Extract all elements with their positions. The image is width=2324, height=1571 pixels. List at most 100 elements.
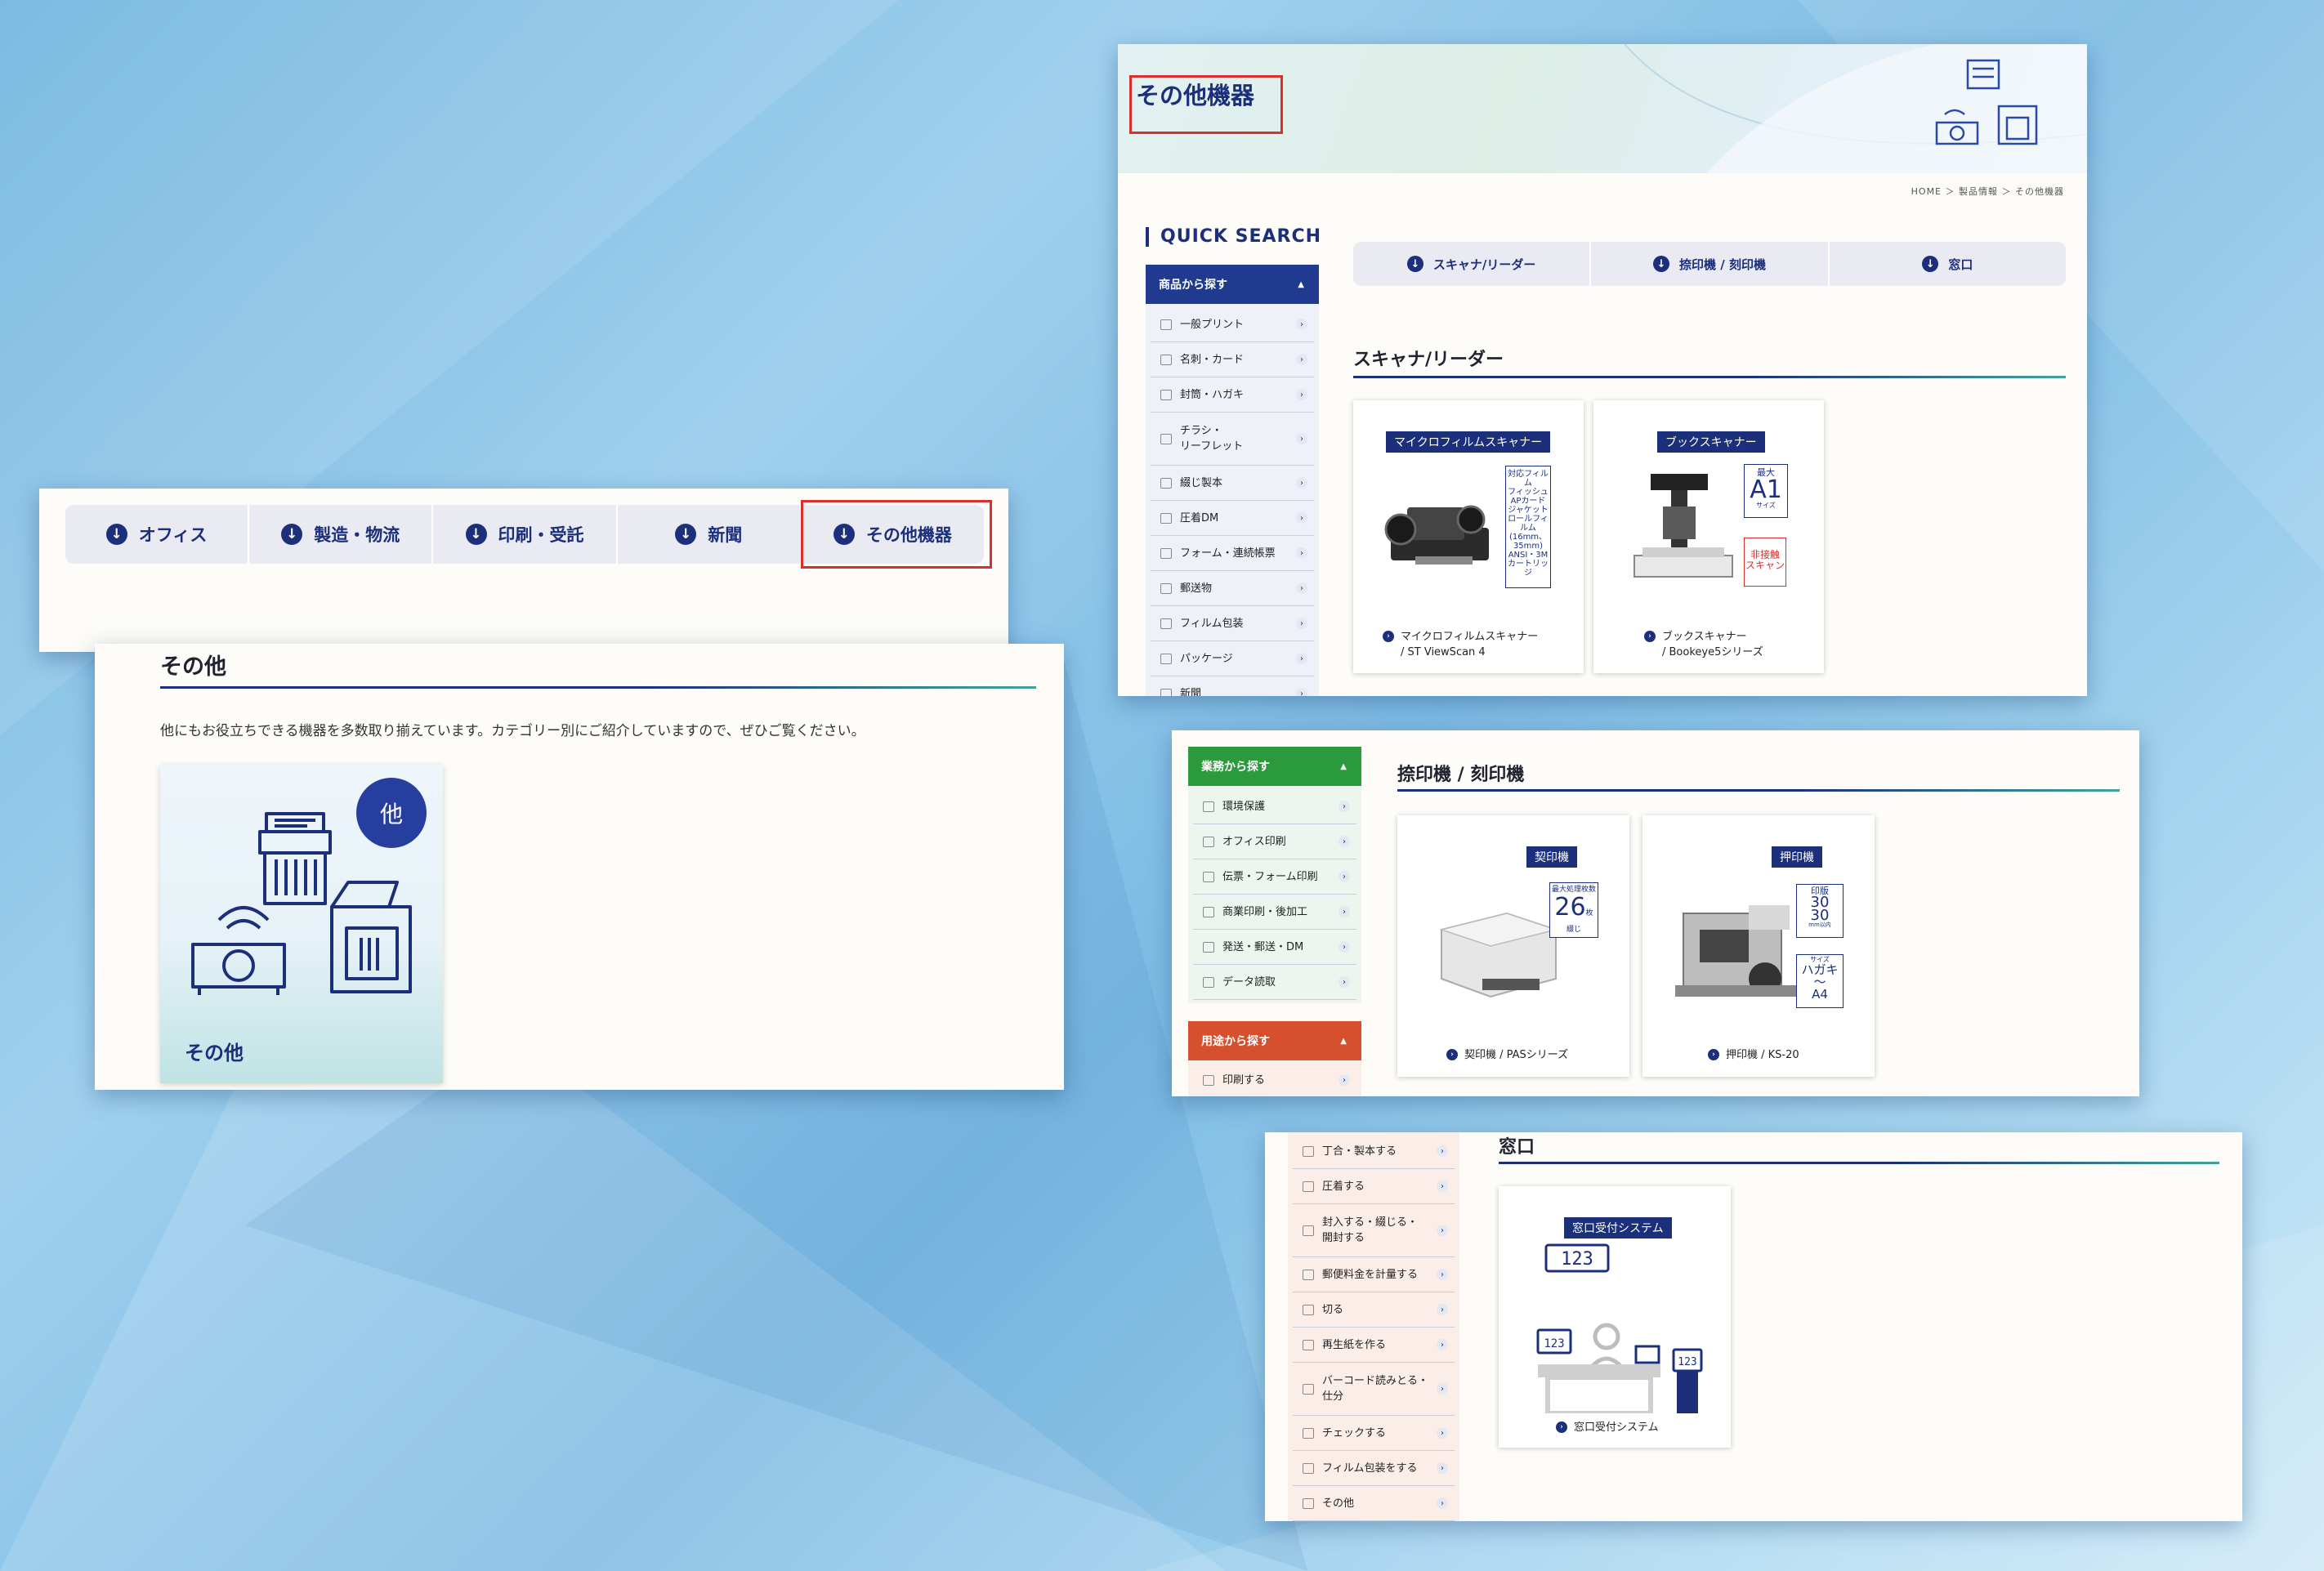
spec-box-size: 最大 A1 サイズ — [1744, 464, 1788, 518]
tab-manufacturing[interactable]: ↓ 製造・物流 — [249, 505, 434, 564]
sidebar-item[interactable]: 郵便料金を計量する › — [1293, 1257, 1455, 1292]
sidebar-item[interactable]: その他 › — [1293, 1486, 1455, 1521]
category-icon — [1303, 1180, 1314, 1192]
product-caption[interactable]: › 押印機 / KS-20 — [1708, 1047, 1799, 1063]
category-icon — [1303, 1462, 1314, 1474]
sidebar-item-label: 名刺・カード — [1180, 353, 1245, 366]
sidebar-heading[interactable]: 業務から探す ▲ — [1188, 747, 1361, 786]
tab-newspaper[interactable]: ↓ 新聞 — [618, 505, 802, 564]
sidebar-item-label: パッケージ — [1180, 652, 1233, 665]
product-caption[interactable]: › ブックスキャナー / Bookeye5シリーズ — [1644, 629, 1763, 660]
chevron-right-icon: › — [1437, 1383, 1448, 1395]
sidebar-item[interactable]: 丁合・製本する › — [1293, 1134, 1455, 1169]
product-caption[interactable]: › 契印機 / PASシリーズ — [1446, 1047, 1568, 1063]
breadcrumb[interactable]: HOME ＞ 製品情報 ＞ その他機器 — [1911, 185, 2064, 198]
cabinet-icon — [330, 881, 412, 993]
chevron-right-icon: › — [1339, 1074, 1350, 1086]
sidebar-item[interactable]: パッケージ › — [1151, 641, 1314, 676]
category-icon — [1160, 653, 1172, 664]
spec-box-paper-size: サイズ ハガキ 〜 A4 — [1796, 954, 1844, 1008]
chevron-right-icon: › — [1437, 1427, 1448, 1439]
chevron-right-icon: › — [1296, 547, 1307, 559]
category-icon — [1160, 688, 1172, 696]
category-icon — [1160, 618, 1172, 629]
sidebar-business: 業務から探す ▲ 環境保護 › オフィス印刷 › 伝票・フォーム印刷 › 商業印刷・後加工 › 発… — [1188, 747, 1361, 1003]
sidebar-heading[interactable]: 商品から探す ▲ — [1146, 265, 1319, 304]
category-icon — [1203, 906, 1214, 917]
sidebar-item-label: バーコード読みとる・ 仕分 — [1322, 1375, 1429, 1403]
other-category-card[interactable]: 他 その他 — [160, 765, 443, 1083]
sidebar-item[interactable]: 一般プリント › — [1151, 307, 1314, 342]
chevron-right-icon: › — [1437, 1304, 1448, 1315]
sidebar-item[interactable]: フィルム包装 › — [1151, 606, 1314, 641]
sidebar-item[interactable]: 環境保護 › — [1193, 789, 1356, 824]
category-icon — [1303, 1383, 1314, 1395]
equipment-icons — [191, 812, 412, 995]
category-icon — [1203, 976, 1214, 988]
queue-number-kiosk: 123 — [1678, 1356, 1696, 1368]
sidebar-item[interactable]: 印刷する › — [1193, 1064, 1356, 1096]
seal-section-title: 捺印機 / 刻印機 — [1397, 765, 1525, 785]
sidebar-item[interactable]: 綴じ製本 › — [1151, 466, 1314, 501]
queue-number-small: 123 — [1544, 1337, 1564, 1350]
product-caption[interactable]: › 窓口受付システム — [1556, 1420, 1659, 1435]
product-card-microfilm-scanner[interactable]: マイクロフィルムスキャナー 対応フィルム フィッシュ APカード ジャケット ロ… — [1353, 400, 1584, 673]
chevron-right-icon: › — [1437, 1269, 1448, 1280]
sidebar-list: 環境保護 › オフィス印刷 › 伝票・フォーム印刷 › 商業印刷・後加工 › 発送・郵送・DM ›… — [1188, 786, 1361, 1003]
arrow-down-icon: ↓ — [675, 524, 697, 545]
sidebar-item-label: フォーム・連続帳票 — [1180, 547, 1276, 560]
arrow-down-icon: ↓ — [281, 524, 303, 545]
sidebar-item[interactable]: 発送・郵送・DM › — [1193, 930, 1356, 965]
sidebar-item[interactable]: チェックする › — [1293, 1416, 1455, 1451]
chevron-right-icon: › — [1296, 618, 1307, 629]
sidebar-item-label: 郵送物 — [1180, 582, 1213, 595]
category-icon — [1203, 801, 1214, 812]
sidebar-item[interactable]: 商業印刷・後加工 › — [1193, 895, 1356, 930]
sidebar-item[interactable]: 封入する・綴じる・ 開封する › — [1293, 1204, 1455, 1257]
sidebar-item[interactable]: チラシ・ リーフレット › — [1151, 413, 1314, 466]
chevron-right-icon: › — [1437, 1462, 1448, 1474]
chevron-right-icon: › — [1296, 653, 1307, 664]
microfilm-scanner-image — [1384, 505, 1489, 565]
sidebar-item[interactable]: 再生紙を作る › — [1293, 1328, 1455, 1363]
sidebar-list: 一般プリント › 名刺・カード › 封筒・ハガキ › チラシ・ リーフレット › 綴じ製本 › 圧着… — [1146, 304, 1319, 696]
category-icon — [1303, 1497, 1314, 1509]
chevron-right-icon: › — [1296, 433, 1307, 444]
sidebar-item[interactable]: 新聞 › — [1151, 676, 1314, 696]
arrow-down-icon: ↓ — [465, 524, 487, 545]
sidebar-heading[interactable]: 用途から探す ▲ — [1188, 1021, 1361, 1060]
sidebar-item[interactable]: 圧着する › — [1293, 1169, 1455, 1204]
tab-scanner[interactable]: ↓ スキャナ/リーダー — [1353, 242, 1592, 286]
category-icon — [1160, 433, 1172, 444]
tab-seal-machine[interactable]: ↓ 捺印機 / 刻印機 — [1591, 242, 1830, 286]
window-section-title: 窓口 — [1499, 1137, 1535, 1158]
sidebar-item[interactable]: 郵送物 › — [1151, 571, 1314, 606]
scanner-section-title: スキャナ/リーダー — [1353, 350, 1504, 370]
sidebar-item[interactable]: オフィス印刷 › — [1193, 824, 1356, 859]
sidebar-item[interactable]: データ読取 › — [1193, 965, 1356, 1000]
tab-window[interactable]: ↓ 窓口 — [1830, 242, 2066, 286]
product-card-pas[interactable]: 契印機 最大処理枚数 26枚 綴じ › 契印機 / PASシリーズ — [1397, 815, 1629, 1077]
sidebar-item-label: フィルム包装をする — [1322, 1462, 1418, 1475]
product-card-book-scanner[interactable]: ブックスキャナー 最大 A1 サイズ 非接触 スキャン › ブックスキャナー / … — [1593, 400, 1824, 673]
sidebar-item[interactable]: フォーム・連続帳票 › — [1151, 536, 1314, 571]
tab-office[interactable]: ↓ オフィス — [65, 505, 250, 564]
seal-machine-panel: 業務から探す ▲ 環境保護 › オフィス印刷 › 伝票・フォーム印刷 › 商業印刷・後加工 › 発… — [1172, 730, 2139, 1096]
sidebar-item[interactable]: 切る › — [1293, 1292, 1455, 1328]
sidebar-item[interactable]: バーコード読みとる・ 仕分 › — [1293, 1363, 1455, 1416]
product-card-ks20[interactable]: 押印機 印版 30 30 mm以内 サイズ ハガキ 〜 A4 › 押印機 / KS… — [1642, 815, 1875, 1077]
tab-printing[interactable]: ↓ 印刷・受託 — [433, 505, 618, 564]
arrow-down-icon: ↓ — [105, 524, 127, 545]
highlight-box — [1129, 75, 1283, 134]
sidebar-item[interactable]: 伝票・フォーム印刷 › — [1193, 859, 1356, 895]
product-caption[interactable]: › マイクロフィルムスキャナー / ST ViewScan 4 — [1383, 629, 1538, 660]
sidebar-item[interactable]: 圧着DM › — [1151, 501, 1314, 536]
category-nav-panel: ↓ オフィス ↓ 製造・物流 ↓ 印刷・受託 ↓ 新聞 ↓ その他機器 — [39, 489, 1008, 652]
sidebar-item[interactable]: 封筒・ハガキ › — [1151, 377, 1314, 413]
highlight-box — [801, 500, 992, 569]
sidebar-item[interactable]: 名刺・カード › — [1151, 342, 1314, 377]
pas-machine-image — [1439, 912, 1558, 998]
sidebar-item[interactable]: フィルム包装をする › — [1293, 1451, 1455, 1486]
product-card-reception-system[interactable]: 窓口受付システム 123 123 123 › 窓口受付システム — [1499, 1186, 1731, 1448]
arrow-down-icon: ↓ — [1406, 256, 1423, 272]
